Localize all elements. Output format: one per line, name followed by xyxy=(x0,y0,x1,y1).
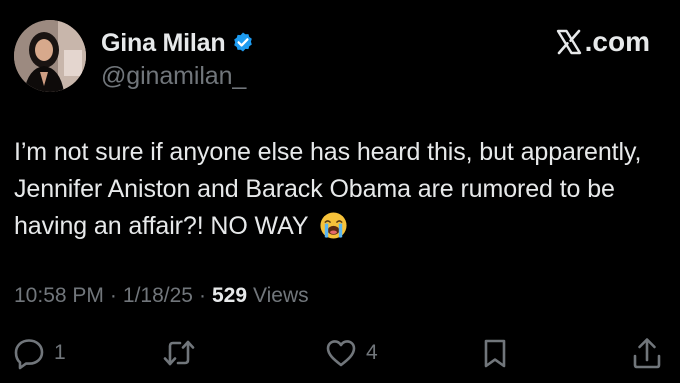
reply-icon xyxy=(12,336,46,370)
brand-label: .com xyxy=(584,26,650,57)
meta-separator: · xyxy=(198,284,206,307)
author-display-name[interactable]: Gina Milan xyxy=(101,29,226,58)
share-icon xyxy=(630,336,664,370)
retweet-button[interactable] xyxy=(162,336,204,370)
bookmark-icon xyxy=(478,336,512,370)
heart-icon xyxy=(324,336,358,370)
avatar-image xyxy=(14,20,86,92)
verified-badge-icon xyxy=(231,31,255,55)
avatar[interactable] xyxy=(14,20,86,92)
reply-button[interactable]: 1 xyxy=(12,336,66,370)
bookmark-button[interactable] xyxy=(478,336,512,370)
tweet-text: I’m not sure if anyone else has heard th… xyxy=(14,134,654,245)
author-name-row: Gina Milan xyxy=(101,28,255,58)
action-bar: 1 4 xyxy=(0,336,680,372)
like-button[interactable]: 4 xyxy=(324,336,378,370)
tweet-meta: 10:58 PM · 1/18/25 · 529 Views xyxy=(14,284,309,308)
views-label: Views xyxy=(253,284,309,307)
loudly-crying-face-icon xyxy=(319,211,348,240)
retweet-icon xyxy=(162,336,196,370)
tweet-date[interactable]: 1/18/25 xyxy=(123,284,193,308)
brand-logo: .com xyxy=(555,26,650,58)
author-handle[interactable]: @ginamilan_ xyxy=(101,62,246,91)
share-button[interactable] xyxy=(630,336,664,370)
reply-count: 1 xyxy=(54,341,66,364)
tweet-time[interactable]: 10:58 PM xyxy=(14,284,104,308)
meta-separator: · xyxy=(109,284,117,307)
like-count: 4 xyxy=(366,341,378,364)
x-logo-icon xyxy=(555,28,583,56)
views-count[interactable]: 529 xyxy=(212,284,247,308)
tweet-card: Gina Milan @ginamilan_ .com I’m not sure… xyxy=(0,0,680,383)
